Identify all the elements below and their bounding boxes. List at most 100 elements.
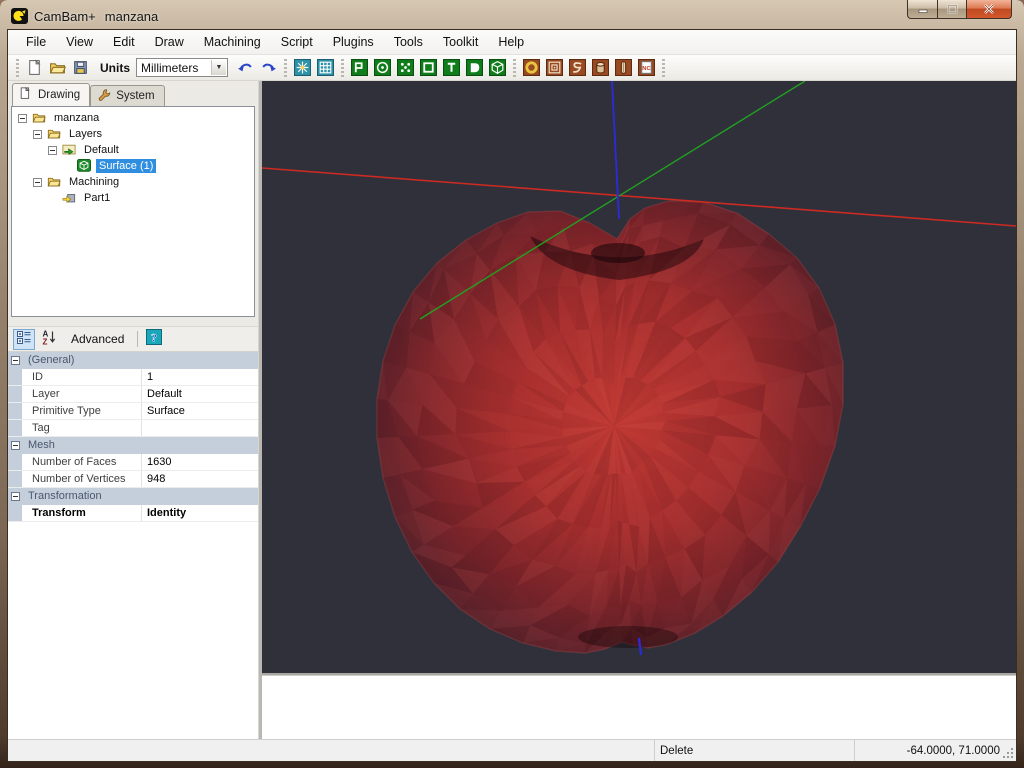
property-value[interactable]: Surface bbox=[142, 403, 258, 419]
status-coordinates: -64.0000, 71.0000 bbox=[854, 740, 1016, 761]
property-row-layer[interactable]: LayerDefault bbox=[8, 386, 258, 403]
tree-item-manzana[interactable]: manzana bbox=[14, 110, 254, 126]
drawing-tree[interactable]: manzana Layers Default Surface (1) Machining… bbox=[11, 106, 255, 317]
resize-grip[interactable] bbox=[1002, 747, 1015, 760]
circle-icon[interactable] bbox=[374, 59, 391, 76]
surface-icon[interactable] bbox=[489, 59, 506, 76]
menu-edit[interactable]: Edit bbox=[103, 30, 145, 54]
property-help-button[interactable]: ? bbox=[143, 329, 165, 350]
dropdown-arrow-icon[interactable]: ▼ bbox=[211, 60, 226, 75]
window-title-app: CamBam+ bbox=[34, 9, 96, 24]
alphabetical-sort-button[interactable]: AZ bbox=[38, 329, 60, 350]
toolbar-grip bbox=[662, 59, 665, 77]
toolbar-separator bbox=[137, 331, 138, 347]
app-logo-icon bbox=[11, 8, 28, 24]
folder-icon bbox=[31, 111, 47, 125]
menu-help[interactable]: Help bbox=[488, 30, 534, 54]
tree-item-machining[interactable]: Machining bbox=[14, 174, 254, 190]
profile-toolpath-icon[interactable] bbox=[523, 59, 540, 76]
tree-expander-icon[interactable] bbox=[18, 114, 27, 123]
tab-drawing[interactable]: Drawing bbox=[12, 83, 90, 106]
tree-item-label[interactable]: Machining bbox=[66, 175, 122, 189]
property-row-tag[interactable]: Tag bbox=[8, 420, 258, 437]
menu-view[interactable]: View bbox=[56, 30, 103, 54]
grid-icon[interactable] bbox=[317, 59, 334, 76]
tree-item-layers[interactable]: Layers bbox=[14, 126, 254, 142]
property-row-number-of-vertices[interactable]: Number of Vertices948 bbox=[8, 471, 258, 488]
engrave-toolpath-icon[interactable] bbox=[569, 59, 586, 76]
snap-points-icon[interactable] bbox=[294, 59, 311, 76]
tree-item-label[interactable]: Layers bbox=[66, 127, 105, 141]
property-category-transformation[interactable]: Transformation bbox=[8, 488, 258, 505]
category-collapse-icon[interactable] bbox=[11, 441, 20, 450]
text-icon[interactable] bbox=[443, 59, 460, 76]
pocket-toolpath-icon[interactable] bbox=[546, 59, 563, 76]
layer-icon bbox=[61, 143, 77, 157]
undo-icon[interactable] bbox=[237, 59, 254, 76]
open-file-icon[interactable] bbox=[49, 59, 66, 76]
property-row-transform[interactable]: TransformIdentity bbox=[8, 505, 258, 522]
property-value[interactable]: 1 bbox=[142, 369, 258, 385]
save-file-icon[interactable] bbox=[72, 59, 89, 76]
tab-label: Drawing bbox=[38, 89, 80, 101]
property-value[interactable] bbox=[142, 420, 258, 436]
property-value[interactable]: 1630 bbox=[142, 454, 258, 470]
main-toolbar: Units Millimeters ▼ NC bbox=[8, 55, 1016, 81]
toolbar-grip bbox=[16, 59, 19, 77]
tree-item-part1[interactable]: Part1 bbox=[14, 190, 254, 206]
property-value[interactable]: Default bbox=[142, 386, 258, 402]
menu-tools[interactable]: Tools bbox=[384, 30, 433, 54]
3d-viewport[interactable] bbox=[262, 81, 1016, 673]
property-value[interactable]: 948 bbox=[142, 471, 258, 487]
menu-script[interactable]: Script bbox=[271, 30, 323, 54]
property-category-general[interactable]: (General) bbox=[8, 352, 258, 369]
lathe-toolpath-icon[interactable] bbox=[615, 59, 632, 76]
categorized-view-button[interactable] bbox=[13, 329, 35, 350]
category-strip bbox=[8, 505, 22, 521]
wrench-icon bbox=[97, 88, 111, 105]
tree-item-label[interactable]: manzana bbox=[51, 111, 102, 125]
category-label: Transformation bbox=[28, 490, 102, 502]
menu-file[interactable]: File bbox=[16, 30, 56, 54]
menu-draw[interactable]: Draw bbox=[145, 30, 194, 54]
folder-icon bbox=[46, 127, 62, 141]
category-collapse-icon[interactable] bbox=[11, 356, 20, 365]
menu-plugins[interactable]: Plugins bbox=[323, 30, 384, 54]
menu-machining[interactable]: Machining bbox=[194, 30, 271, 54]
property-value[interactable]: Identity bbox=[142, 505, 258, 521]
category-collapse-icon[interactable] bbox=[11, 492, 20, 501]
left-panel: DrawingSystem manzanaLayersDefaultSurfac… bbox=[8, 81, 258, 739]
category-label: (General) bbox=[28, 354, 74, 366]
tree-expander-icon[interactable] bbox=[33, 178, 42, 187]
title-bar[interactable]: CamBam+ manzana bbox=[0, 0, 1024, 30]
property-name: Primitive Type bbox=[22, 403, 142, 419]
new-document-icon[interactable] bbox=[26, 59, 43, 76]
tab-system[interactable]: System bbox=[90, 85, 164, 106]
tree-expander-icon[interactable] bbox=[48, 146, 57, 155]
units-dropdown[interactable]: Millimeters ▼ bbox=[136, 58, 228, 77]
tree-expander-icon[interactable] bbox=[33, 130, 42, 139]
property-row-primitive-type[interactable]: Primitive TypeSurface bbox=[8, 403, 258, 420]
advanced-button[interactable]: Advanced bbox=[63, 332, 132, 346]
maximize-button[interactable] bbox=[938, 0, 967, 19]
tree-item-label[interactable]: Surface (1) bbox=[96, 159, 156, 173]
property-category-mesh[interactable]: Mesh bbox=[8, 437, 258, 454]
tree-item-label[interactable]: Default bbox=[81, 143, 122, 157]
point-list-icon[interactable] bbox=[397, 59, 414, 76]
surface-item-icon bbox=[76, 159, 92, 173]
close-button[interactable] bbox=[967, 0, 1012, 19]
property-row-number-of-faces[interactable]: Number of Faces1630 bbox=[8, 454, 258, 471]
tree-item-label[interactable]: Part1 bbox=[81, 191, 113, 205]
tree-item-default[interactable]: Default bbox=[14, 142, 254, 158]
redo-icon[interactable] bbox=[260, 59, 277, 76]
property-row-id[interactable]: ID1 bbox=[8, 369, 258, 386]
panel-splitter[interactable] bbox=[8, 317, 258, 326]
rectangle-icon[interactable] bbox=[420, 59, 437, 76]
drill-toolpath-icon[interactable] bbox=[592, 59, 609, 76]
tree-item-surface-1-[interactable]: Surface (1) bbox=[14, 158, 254, 174]
minimize-button[interactable] bbox=[907, 0, 938, 19]
polyline-icon[interactable] bbox=[351, 59, 368, 76]
region-icon[interactable] bbox=[466, 59, 483, 76]
menu-toolkit[interactable]: Toolkit bbox=[433, 30, 488, 54]
gcode-icon[interactable]: NC bbox=[638, 59, 655, 76]
